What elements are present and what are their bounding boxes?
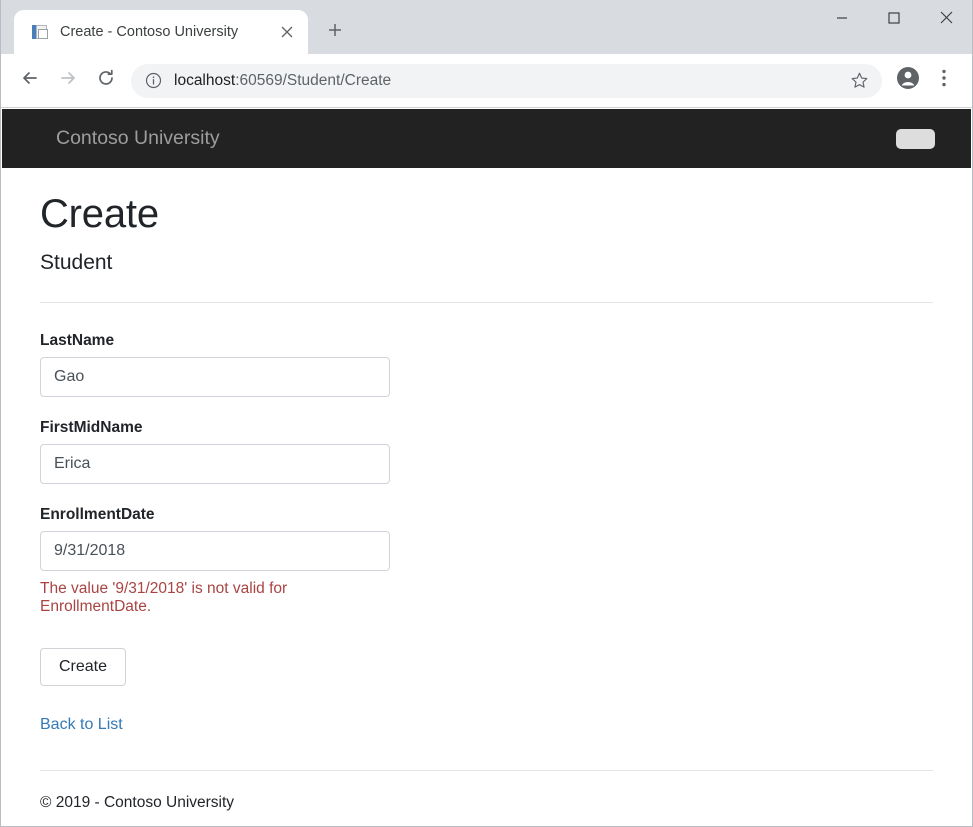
- close-icon[interactable]: [274, 19, 300, 45]
- site-navbar: Contoso University: [2, 109, 971, 168]
- profile-avatar-icon: [896, 66, 920, 95]
- enrollmentdate-input[interactable]: [40, 531, 390, 571]
- form-group-enrollmentdate: EnrollmentDate The value '9/31/2018' is …: [40, 506, 390, 616]
- page-subtitle: Student: [40, 251, 933, 275]
- footer-divider: [40, 770, 933, 771]
- url-host: localhost: [174, 72, 235, 89]
- close-window-button[interactable]: [920, 0, 972, 40]
- create-button[interactable]: Create: [40, 648, 126, 686]
- browser-window: Create - Contoso University: [0, 0, 973, 827]
- forward-button: [49, 62, 87, 100]
- back-arrow-icon: [20, 68, 40, 93]
- firstmidname-label: FirstMidName: [40, 419, 390, 437]
- create-student-form: LastName FirstMidName EnrollmentDate The…: [40, 332, 390, 686]
- enrollmentdate-label: EnrollmentDate: [40, 506, 390, 524]
- new-tab-button[interactable]: [318, 15, 352, 49]
- footer-text: © 2019 - Contoso University: [40, 794, 933, 812]
- back-button[interactable]: [11, 62, 49, 100]
- content-divider: [40, 302, 933, 303]
- url-text: localhost:60569/Student/Create: [174, 72, 844, 90]
- address-bar[interactable]: localhost:60569/Student/Create: [131, 64, 882, 98]
- forward-arrow-icon: [58, 68, 78, 93]
- url-path: :60569/Student/Create: [235, 72, 391, 89]
- lastname-label: LastName: [40, 332, 390, 350]
- page-container: Create Student LastName FirstMidName Enr…: [2, 192, 971, 812]
- lastname-input[interactable]: [40, 357, 390, 397]
- navbar-toggler-icon[interactable]: [896, 129, 935, 149]
- minimize-icon: [836, 11, 848, 29]
- maximize-icon: [888, 11, 900, 29]
- maximize-window-button[interactable]: [868, 0, 920, 40]
- three-dot-menu-icon: [942, 69, 946, 92]
- star-icon[interactable]: [844, 66, 874, 96]
- reload-icon: [96, 68, 116, 93]
- info-circle-icon[interactable]: [145, 72, 162, 89]
- form-group-lastname: LastName: [40, 332, 390, 397]
- document-page-icon: [31, 23, 49, 41]
- browser-menu-button[interactable]: [926, 63, 962, 99]
- profile-button[interactable]: [890, 63, 926, 99]
- firstmidname-input[interactable]: [40, 444, 390, 484]
- close-icon: [940, 11, 953, 29]
- page-title: Create: [40, 192, 933, 237]
- window-controls: [816, 0, 972, 40]
- tab-strip: Create - Contoso University: [1, 0, 972, 54]
- back-to-list-link[interactable]: Back to List: [40, 716, 123, 734]
- browser-toolbar: localhost:60569/Student/Create: [1, 54, 972, 108]
- browser-tab-active[interactable]: Create - Contoso University: [14, 10, 308, 54]
- enrollmentdate-validation-message: The value '9/31/2018' is not valid for E…: [40, 580, 390, 616]
- minimize-window-button[interactable]: [816, 0, 868, 40]
- navbar-brand[interactable]: Contoso University: [56, 127, 220, 150]
- tab-title: Create - Contoso University: [60, 24, 274, 40]
- reload-button[interactable]: [87, 62, 125, 100]
- plus-icon: [328, 23, 342, 42]
- page-viewport: Contoso University Create Student LastNa…: [2, 109, 971, 825]
- form-group-firstmidname: FirstMidName: [40, 419, 390, 484]
